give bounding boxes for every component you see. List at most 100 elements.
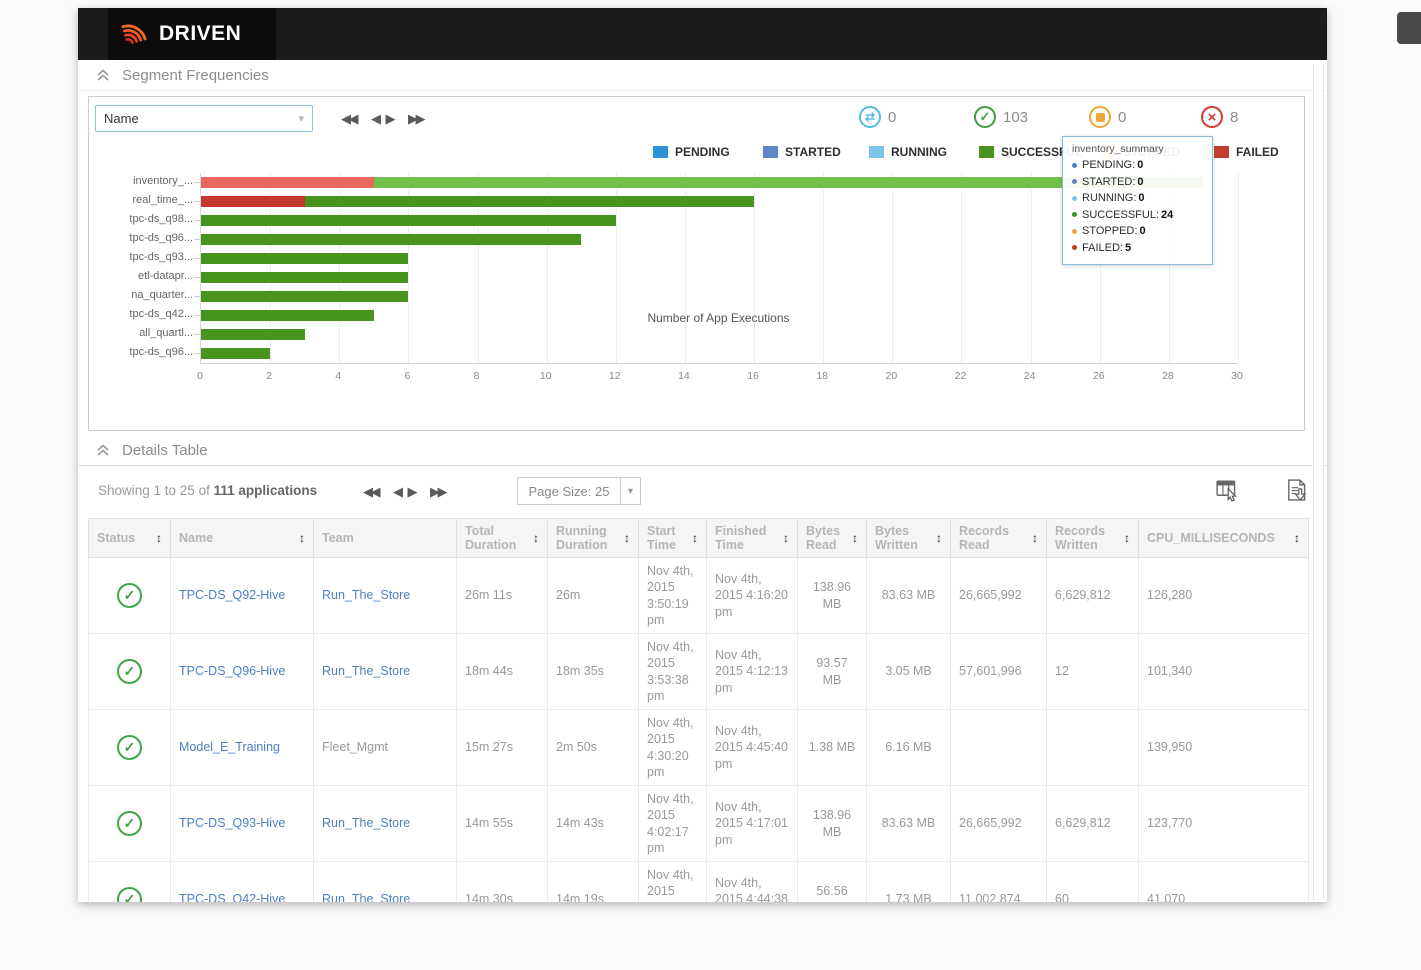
legend-swatch-icon <box>653 146 668 158</box>
cpu-milliseconds-cell: 41,070 <box>1139 862 1309 903</box>
legend-item-pending: PENDING <box>653 145 730 159</box>
segment-frequencies-panel: Name ▾ ◀◀ ◀ ▶ ▶▶ ⇄0✓1030×8 PENDINGSTARTE… <box>88 96 1305 431</box>
sort-icon[interactable]: ↕ <box>936 531 942 545</box>
table-next-page-icon[interactable]: ▶ <box>408 484 418 500</box>
total-duration-cell: 26m 11s <box>457 558 548 634</box>
y-axis-tick <box>194 201 200 202</box>
x-axis-tick: 14 <box>667 370 701 382</box>
app-name-link[interactable]: Model_E_Training <box>179 740 280 754</box>
sort-icon[interactable]: ↕ <box>852 531 858 545</box>
tooltip-dot-icon <box>1072 163 1077 168</box>
success-status-icon: ✓ <box>117 887 142 902</box>
driven-logo[interactable]: DRIVEN <box>108 8 276 60</box>
bytes-written-cell: 3.05 MB <box>867 634 951 710</box>
counter-value: 0 <box>1118 109 1126 126</box>
showing-summary: Showing 1 to 25 of 111 applications <box>98 483 317 498</box>
sort-icon[interactable]: ↕ <box>692 531 698 545</box>
team-link[interactable]: Run_The_Store <box>322 664 410 678</box>
page-size-select[interactable]: Page Size: 25 ▾ <box>517 477 641 505</box>
bar-segment-successful[interactable] <box>201 348 270 359</box>
sort-icon[interactable]: ↕ <box>1294 531 1300 545</box>
counter-failed: ×8 <box>1201 106 1238 128</box>
cpu-milliseconds-cell: 139,950 <box>1139 710 1309 786</box>
legend-item-running: RUNNING <box>869 145 947 159</box>
cpu-milliseconds-cell: 123,770 <box>1139 786 1309 862</box>
sort-icon[interactable]: ↕ <box>783 531 789 545</box>
collapse-section-chevron-icon[interactable] <box>96 69 110 82</box>
x-axis-tick: 30 <box>1220 370 1254 382</box>
column-header-start-time[interactable]: Start Time↕ <box>639 519 707 558</box>
success-status-icon: ✓ <box>117 811 142 836</box>
team-link[interactable]: Run_The_Store <box>322 816 410 830</box>
app-name-link[interactable]: TPC-DS_Q96-Hive <box>179 664 285 678</box>
app-name-link[interactable]: TPC-DS_Q42-Hive <box>179 892 285 902</box>
bar-segment-successful[interactable] <box>201 291 408 302</box>
legend-swatch-icon <box>869 146 884 158</box>
column-chooser-icon[interactable] <box>1213 476 1241 504</box>
bar-segment-successful[interactable] <box>305 196 754 207</box>
export-table-icon[interactable] <box>1283 476 1311 504</box>
app-name-link[interactable]: TPC-DS_Q93-Hive <box>179 816 285 830</box>
column-header-cpu-milliseconds[interactable]: CPU_MILLISECONDS↕ <box>1139 519 1309 558</box>
start-time-cell: Nov 4th, 2015 4:30:18 pm <box>639 862 707 903</box>
sort-icon[interactable]: ↕ <box>299 531 305 545</box>
records-written-cell: 12 <box>1047 634 1139 710</box>
tooltip-dot-icon <box>1072 196 1077 201</box>
app-name-link[interactable]: TPC-DS_Q92-Hive <box>179 588 285 602</box>
sort-icon[interactable]: ↕ <box>624 531 630 545</box>
start-time-cell: Nov 4th, 2015 4:30:20 pm <box>639 710 707 786</box>
bar-segment-successful[interactable] <box>201 215 616 226</box>
sort-icon[interactable]: ↕ <box>1124 531 1130 545</box>
bar-segment-successful[interactable] <box>201 253 408 264</box>
table-row: ✓TPC-DS_Q92-HiveRun_The_Store26m 11s26mN… <box>89 558 1309 634</box>
details-table-title: Details Table <box>122 442 208 459</box>
check-circle-icon: ✓ <box>974 106 996 128</box>
counter-value: 103 <box>1003 109 1028 126</box>
records-read-cell: 11,002,874 <box>951 862 1047 903</box>
column-header-total-duration[interactable]: Total Duration↕ <box>457 519 548 558</box>
column-header-finished-time[interactable]: Finished Time↕ <box>707 519 798 558</box>
finished-time-cell: Nov 4th, 2015 4:12:13 pm <box>707 634 798 710</box>
segment-frequencies-header: Segment Frequencies <box>78 60 1327 91</box>
y-axis-label: tpc-ds_q93... <box>89 251 193 265</box>
table-last-page-icon[interactable]: ▶▶ <box>430 484 447 500</box>
sort-icon[interactable]: ↕ <box>533 531 539 545</box>
column-header-running-duration[interactable]: Running Duration↕ <box>548 519 639 558</box>
tooltip-dot-icon <box>1072 212 1077 217</box>
page-size-value: Page Size: 25 <box>517 477 621 505</box>
table-prev-page-icon[interactable]: ◀ <box>393 484 403 500</box>
collapse-details-chevron-icon[interactable] <box>96 444 110 457</box>
x-axis-tick: 6 <box>390 370 424 382</box>
bar-segment-successful[interactable] <box>201 272 408 283</box>
bar-segment-successful[interactable] <box>201 329 305 340</box>
tooltip-entry-successful: SUCCESSFUL:24 <box>1072 207 1203 224</box>
legend-swatch-icon <box>1214 146 1229 158</box>
records-read-cell: 26,665,992 <box>951 558 1047 634</box>
y-axis-label: tpc-ds_q42... <box>89 308 193 322</box>
column-header-name[interactable]: Name↕ <box>171 519 314 558</box>
table-row: ✓Model_E_TrainingFleet_Mgmt15m 27s2m 50s… <box>89 710 1309 786</box>
y-axis-label: na_quarter... <box>89 289 193 303</box>
driven-app-window: DRIVEN Segment Frequencies Name ▾ ◀◀ ◀ ▶… <box>78 8 1327 902</box>
column-header-bytes-written[interactable]: Bytes Written↕ <box>867 519 951 558</box>
sort-icon[interactable]: ↕ <box>1032 531 1038 545</box>
column-header-bytes-read[interactable]: Bytes Read↕ <box>798 519 867 558</box>
legend-swatch-icon <box>763 146 778 158</box>
column-header-records-written[interactable]: Records Written↕ <box>1047 519 1139 558</box>
x-axis-tick: 18 <box>805 370 839 382</box>
team-link[interactable]: Run_The_Store <box>322 892 410 902</box>
bar-segment-failed[interactable] <box>201 177 374 188</box>
y-axis-label: tpc-ds_q96... <box>89 346 193 360</box>
column-header-status[interactable]: Status↕ <box>89 519 171 558</box>
sort-icon[interactable]: ↕ <box>156 531 162 545</box>
bar-segment-successful[interactable] <box>201 234 581 245</box>
legend-swatch-icon <box>979 146 994 158</box>
x-axis-tick: 26 <box>1082 370 1116 382</box>
team-link[interactable]: Run_The_Store <box>322 588 410 602</box>
table-first-page-icon[interactable]: ◀◀ <box>363 484 380 500</box>
bar-segment-failed[interactable] <box>201 196 305 207</box>
x-axis-tick: 12 <box>598 370 632 382</box>
column-header-records-read[interactable]: Records Read↕ <box>951 519 1047 558</box>
vertical-scrollbar[interactable] <box>1313 64 1324 900</box>
y-axis-label: tpc-ds_q96... <box>89 232 193 246</box>
